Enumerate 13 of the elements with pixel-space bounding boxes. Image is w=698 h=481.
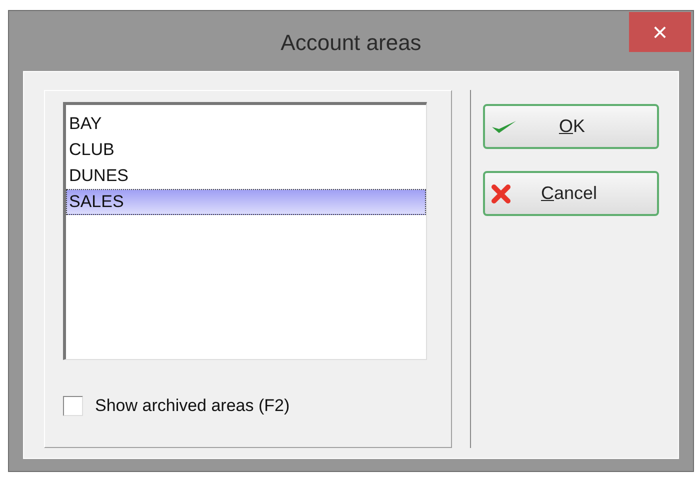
cross-icon xyxy=(491,184,511,204)
list-item[interactable]: DUNES xyxy=(66,163,426,189)
checkbox-label: Show archived areas (F2) xyxy=(95,396,290,416)
close-button[interactable]: × xyxy=(629,12,691,52)
checkbox[interactable] xyxy=(63,396,83,416)
list-item[interactable]: SALES xyxy=(66,189,426,215)
list-item[interactable]: CLUB xyxy=(66,137,426,163)
window-title: Account areas xyxy=(280,29,422,56)
ok-button[interactable]: OK xyxy=(483,104,659,149)
checkmark-icon xyxy=(491,118,517,134)
areas-list[interactable]: BAY CLUB DUNES SALES xyxy=(63,102,427,360)
list-item[interactable]: BAY xyxy=(66,111,426,137)
cancel-button[interactable]: Cancel xyxy=(483,171,659,216)
